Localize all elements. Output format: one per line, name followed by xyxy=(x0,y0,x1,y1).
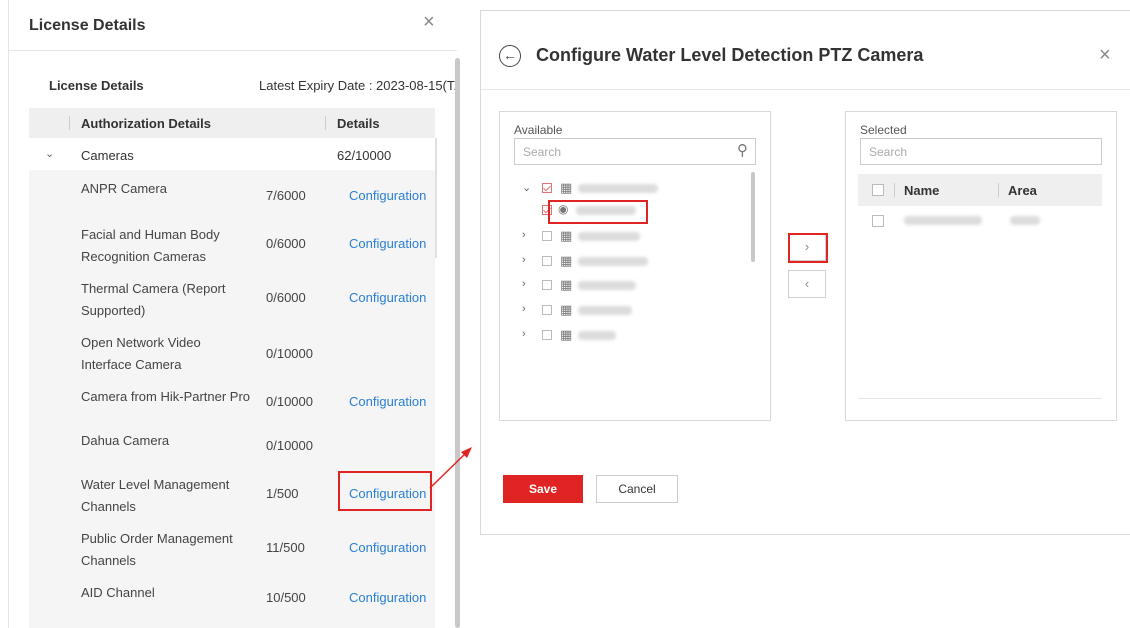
selected-table-header: Name Area xyxy=(858,174,1102,206)
chevron-down-icon[interactable]: ⌄ xyxy=(522,181,531,194)
building-icon: ▦ xyxy=(560,253,573,268)
selected-label: Selected xyxy=(860,123,907,137)
building-icon: ▦ xyxy=(560,302,573,317)
selected-search-input[interactable]: Search xyxy=(860,138,1102,165)
chevron-right-icon[interactable]: › xyxy=(522,229,526,241)
close-icon[interactable]: × xyxy=(1099,44,1111,67)
chevron-right-icon[interactable]: › xyxy=(522,328,526,340)
dialog-title: Configure Water Level Detection PTZ Came… xyxy=(536,45,924,65)
available-search-input[interactable]: Search ⚲ xyxy=(514,138,756,165)
back-arrow-icon[interactable]: ← xyxy=(499,45,521,67)
chevron-right-icon[interactable]: › xyxy=(522,254,526,266)
divider xyxy=(858,398,1102,399)
tree-checkbox[interactable] xyxy=(542,183,552,193)
blurred-label xyxy=(578,257,648,266)
available-label: Available xyxy=(514,123,563,137)
save-button[interactable]: Save xyxy=(503,475,583,503)
tree-node-root[interactable]: ⌄ ▦ xyxy=(522,179,742,199)
tree-scrollbar[interactable] xyxy=(751,172,755,262)
tree-checkbox[interactable] xyxy=(542,305,552,315)
search-placeholder: Search xyxy=(523,145,562,159)
blurred-label xyxy=(578,232,640,241)
tree-checkbox[interactable] xyxy=(542,330,552,340)
row-checkbox[interactable] xyxy=(872,215,884,227)
building-icon: ▦ xyxy=(560,180,573,195)
cancel-button[interactable]: Cancel xyxy=(596,475,678,503)
column-separator xyxy=(894,183,895,197)
column-header-name: Name xyxy=(904,183,940,198)
tree-node[interactable]: › ▦ xyxy=(522,301,742,321)
tree-node[interactable]: › ▦ xyxy=(522,227,742,247)
column-separator xyxy=(998,183,999,197)
blurred-area xyxy=(1010,216,1040,225)
tree-checkbox[interactable] xyxy=(542,280,552,290)
search-icon[interactable]: ⚲ xyxy=(737,141,748,159)
tree-node[interactable]: › ▦ xyxy=(522,326,742,346)
tree-node[interactable]: › ▦ xyxy=(522,276,742,296)
arrow-line xyxy=(429,451,468,489)
search-placeholder: Search xyxy=(869,145,908,159)
tree-node[interactable]: › ▦ xyxy=(522,252,742,272)
chevron-right-icon[interactable]: › xyxy=(522,278,526,290)
highlight-box xyxy=(548,200,648,224)
blurred-name xyxy=(904,216,982,225)
configure-camera-dialog: ← Configure Water Level Detection PTZ Ca… xyxy=(480,10,1130,535)
select-all-checkbox[interactable] xyxy=(872,184,884,196)
blurred-label xyxy=(578,281,636,290)
highlight-box xyxy=(788,233,828,263)
blurred-label xyxy=(578,306,632,315)
blurred-label xyxy=(578,331,616,340)
divider xyxy=(481,89,1130,90)
building-icon: ▦ xyxy=(560,228,573,243)
tree-checkbox[interactable] xyxy=(542,256,552,266)
selected-box: Selected Search Name Area xyxy=(845,111,1117,421)
building-icon: ▦ xyxy=(560,277,573,292)
move-left-button[interactable]: ‹ xyxy=(788,270,826,298)
chevron-right-icon[interactable]: › xyxy=(522,303,526,315)
building-icon: ▦ xyxy=(560,327,573,342)
column-header-area: Area xyxy=(1008,183,1037,198)
tree-checkbox[interactable] xyxy=(542,231,552,241)
available-box: Available Search ⚲ ⌄ ▦ ◉ › ▦ › ▦ › ▦ › ▦… xyxy=(499,111,771,421)
blurred-label xyxy=(578,184,658,193)
